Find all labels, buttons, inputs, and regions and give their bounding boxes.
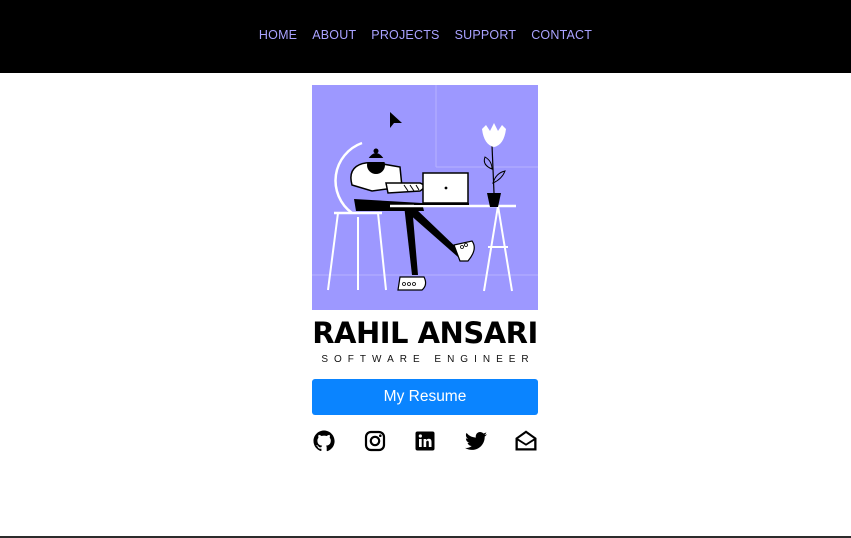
profile-role: SOFTWARE ENGINEER [321,354,535,365]
nav-home-link[interactable]: HOME [259,28,297,42]
linkedin-icon[interactable] [413,429,437,453]
nav-about-link[interactable]: ABOUT [312,28,356,42]
twitter-icon[interactable] [464,429,488,453]
hero-section: RAHIL ANSARI SOFTWARE ENGINEER My Resume [312,85,538,453]
github-icon[interactable] [312,429,336,453]
top-navbar: HOME ABOUT PROJECTS SUPPORT CONTACT [0,0,851,73]
nav-projects-link[interactable]: PROJECTS [371,28,439,42]
resume-button[interactable]: My Resume [312,379,538,415]
nav-list: HOME ABOUT PROJECTS SUPPORT CONTACT [259,26,592,44]
instagram-icon[interactable] [363,429,387,453]
profile-name: RAHIL ANSARI [312,316,538,350]
social-links [312,429,538,453]
person-working-on-laptop-illustration [312,85,538,310]
nav-contact-link[interactable]: CONTACT [531,28,592,42]
email-icon[interactable] [514,429,538,453]
nav-support-link[interactable]: SUPPORT [455,28,517,42]
